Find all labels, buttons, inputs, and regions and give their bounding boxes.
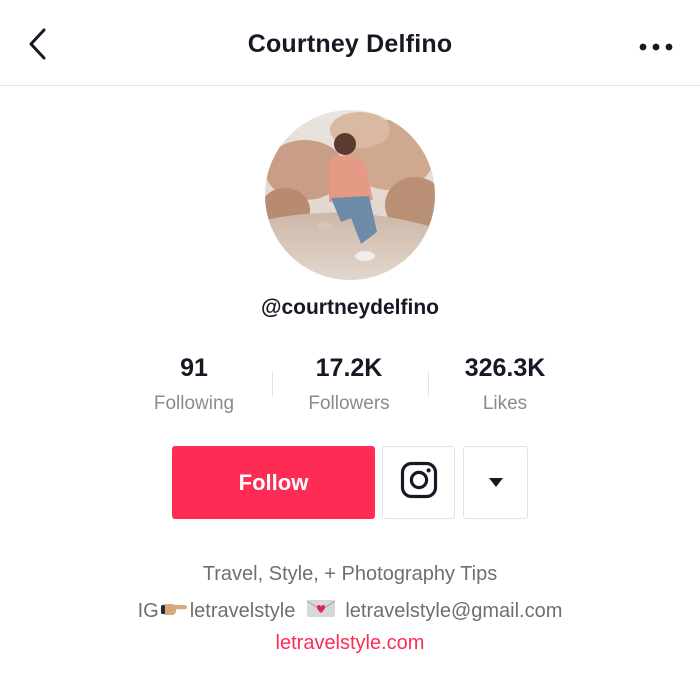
more-dots-icon bbox=[639, 38, 673, 56]
top-bar: Courtney Delfino bbox=[0, 0, 700, 86]
page-title: Courtney Delfino bbox=[247, 30, 453, 58]
stat-followers[interactable]: 17.2K Followers bbox=[271, 352, 427, 415]
stat-likes[interactable]: 326.3K Likes bbox=[427, 352, 583, 415]
likes-count: 326.3K bbox=[464, 354, 546, 382]
love-letter-icon bbox=[306, 598, 336, 624]
avatar[interactable] bbox=[265, 110, 435, 280]
follow-button[interactable]: Follow bbox=[172, 446, 375, 519]
followers-count: 17.2K bbox=[315, 354, 383, 382]
pointing-hand-icon bbox=[160, 599, 188, 623]
profile-page: Courtney Delfino @courtneydelfino 91 Fol… bbox=[0, 0, 700, 692]
more-button[interactable] bbox=[634, 30, 678, 64]
bio-line-1: Travel, Style, + Photography Tips bbox=[202, 563, 498, 585]
stat-following[interactable]: 91 Following bbox=[116, 352, 272, 415]
bio-email: letravelstyle@gmail.com bbox=[345, 599, 563, 622]
profile-username: @courtneydelfino bbox=[261, 296, 439, 319]
following-label: Following bbox=[153, 393, 235, 414]
bio-ig-prefix: IG bbox=[137, 599, 159, 622]
bio-website-link[interactable]: letravelstyle.com bbox=[0, 632, 700, 655]
caret-down-icon bbox=[488, 474, 503, 492]
bio-line-2: IG letravelstyle letravelstyle@gmail.com bbox=[0, 598, 700, 624]
instagram-icon bbox=[400, 461, 438, 504]
following-count: 91 bbox=[180, 354, 208, 382]
likes-label: Likes bbox=[482, 393, 528, 414]
instagram-button[interactable] bbox=[382, 446, 455, 519]
followers-label: Followers bbox=[308, 393, 390, 414]
more-options-dropdown[interactable] bbox=[463, 446, 528, 519]
bio-ig-handle: letravelstyle bbox=[189, 599, 296, 622]
